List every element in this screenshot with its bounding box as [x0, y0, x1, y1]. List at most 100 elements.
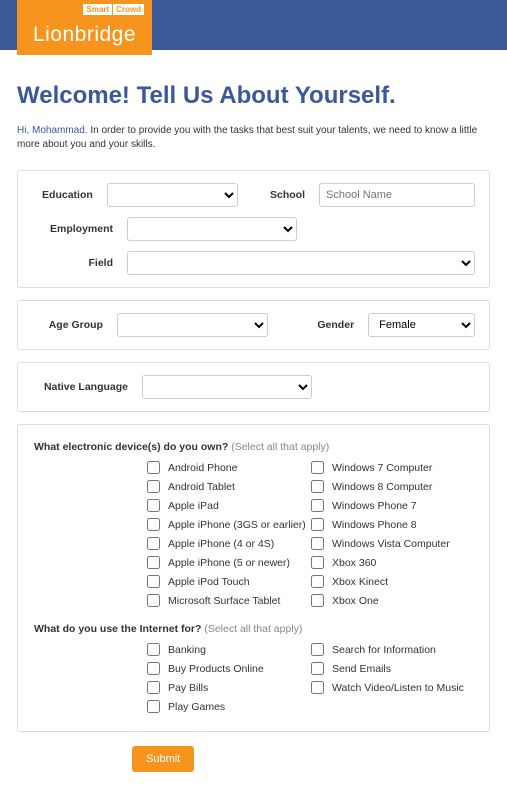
logo-badge-crowd: Crowd — [113, 4, 144, 15]
list-item: Apple iPhone (3GS or earlier) — [147, 518, 311, 531]
checkbox-label: Android Phone — [168, 462, 237, 474]
device-checkbox[interactable] — [311, 594, 324, 607]
checkbox-label: Apple iPod Touch — [168, 576, 250, 588]
gender-select[interactable]: Female — [368, 313, 475, 337]
list-item: Windows 7 Computer — [311, 461, 475, 474]
checkbox-label: Apple iPhone (3GS or earlier) — [168, 519, 306, 531]
header-bar: Smart Crowd Lionbridge — [0, 0, 507, 50]
q2-checks: Banking Buy Products Online Pay Bills Play … — [32, 643, 475, 719]
submit-button[interactable]: Submit — [132, 746, 194, 772]
list-item: Microsoft Surface Tablet — [147, 594, 311, 607]
label-field: Field — [32, 257, 117, 269]
internet-use-checkbox[interactable] — [147, 643, 160, 656]
internet-use-checkbox[interactable] — [311, 662, 324, 675]
intro-text: Hi, Mohammad. In order to provide you wi… — [17, 124, 490, 152]
logo: Smart Crowd Lionbridge — [17, 0, 152, 55]
list-item: Windows Vista Computer — [311, 537, 475, 550]
list-item: Send Emails — [311, 662, 475, 675]
native-language-select[interactable] — [142, 375, 312, 399]
internet-use-checkbox[interactable] — [147, 662, 160, 675]
employment-select[interactable] — [127, 217, 297, 241]
q2-hint: (Select all that apply) — [204, 623, 302, 635]
checkbox-label: Search for Information — [332, 644, 436, 656]
device-checkbox[interactable] — [147, 461, 160, 474]
checkbox-label: Watch Video/Listen to Music — [332, 682, 464, 694]
field-select[interactable] — [127, 251, 475, 275]
list-item: Watch Video/Listen to Music — [311, 681, 475, 694]
label-school: School — [248, 189, 309, 201]
device-checkbox[interactable] — [147, 556, 160, 569]
label-education: Education — [32, 189, 97, 201]
device-checkbox[interactable] — [311, 499, 324, 512]
device-checkbox[interactable] — [147, 575, 160, 588]
checkbox-label: Pay Bills — [168, 682, 208, 694]
device-checkbox[interactable] — [147, 499, 160, 512]
checkbox-label: Xbox One — [332, 595, 379, 607]
list-item: Xbox One — [311, 594, 475, 607]
device-checkbox[interactable] — [147, 480, 160, 493]
checkbox-label: Play Games — [168, 701, 225, 713]
list-item: Apple iPhone (5 or newer) — [147, 556, 311, 569]
device-checkbox[interactable] — [311, 461, 324, 474]
list-item: Apple iPhone (4 or 4S) — [147, 537, 311, 550]
checkbox-label: Windows Vista Computer — [332, 538, 450, 550]
checkbox-label: Android Tablet — [168, 481, 235, 493]
list-item: Apple iPad — [147, 499, 311, 512]
checkbox-label: Banking — [168, 644, 206, 656]
device-checkbox[interactable] — [147, 594, 160, 607]
device-checkbox[interactable] — [147, 537, 160, 550]
q1-checks: Android Phone Android Tablet Apple iPad App… — [32, 461, 475, 613]
list-item: Xbox 360 — [311, 556, 475, 569]
internet-use-checkbox[interactable] — [147, 700, 160, 713]
device-checkbox[interactable] — [311, 480, 324, 493]
checkbox-label: Xbox 360 — [332, 557, 376, 569]
panel-questions: What electronic device(s) do you own? (S… — [17, 424, 490, 732]
checkbox-label: Apple iPhone (4 or 4S) — [168, 538, 274, 550]
internet-use-checkbox[interactable] — [311, 681, 324, 694]
q2-title: What do you use the Internet for? (Selec… — [34, 623, 475, 635]
school-input[interactable] — [319, 183, 475, 207]
checkbox-label: Apple iPad — [168, 500, 219, 512]
greeting: Hi, Mohammad. — [17, 125, 88, 136]
list-item: Windows Phone 8 — [311, 518, 475, 531]
page-title: Welcome! Tell Us About Yourself. — [17, 82, 490, 110]
education-select[interactable] — [107, 183, 238, 207]
device-checkbox[interactable] — [311, 575, 324, 588]
panel-education: Education School Employment Field — [17, 170, 490, 288]
logo-badge: Smart Crowd — [83, 4, 144, 15]
checkbox-label: Windows 7 Computer — [332, 462, 432, 474]
list-item: Pay Bills — [147, 681, 311, 694]
checkbox-label: Buy Products Online — [168, 663, 264, 675]
label-native-language: Native Language — [32, 381, 132, 393]
checkbox-label: Microsoft Surface Tablet — [168, 595, 280, 607]
checkbox-label: Xbox Kinect — [332, 576, 388, 588]
q1-hint: (Select all that apply) — [231, 441, 329, 453]
checkbox-label: Apple iPhone (5 or newer) — [168, 557, 290, 569]
list-item: Windows 8 Computer — [311, 480, 475, 493]
checkbox-label: Windows Phone 7 — [332, 500, 417, 512]
internet-use-checkbox[interactable] — [311, 643, 324, 656]
panel-language: Native Language — [17, 362, 490, 412]
list-item: Xbox Kinect — [311, 575, 475, 588]
list-item: Android Tablet — [147, 480, 311, 493]
device-checkbox[interactable] — [147, 518, 160, 531]
checkbox-label: Windows 8 Computer — [332, 481, 432, 493]
device-checkbox[interactable] — [311, 556, 324, 569]
q1-title: What electronic device(s) do you own? (S… — [34, 441, 475, 453]
list-item: Search for Information — [311, 643, 475, 656]
logo-badge-smart: Smart — [83, 4, 112, 15]
q2-title-text: What do you use the Internet for? — [34, 623, 201, 635]
panel-demographics: Age Group Gender Female — [17, 300, 490, 350]
list-item: Windows Phone 7 — [311, 499, 475, 512]
list-item: Apple iPod Touch — [147, 575, 311, 588]
logo-text: Lionbridge — [33, 23, 136, 47]
label-gender: Gender — [288, 319, 359, 331]
internet-use-checkbox[interactable] — [147, 681, 160, 694]
list-item: Play Games — [147, 700, 311, 713]
list-item: Buy Products Online — [147, 662, 311, 675]
device-checkbox[interactable] — [311, 518, 324, 531]
device-checkbox[interactable] — [311, 537, 324, 550]
age-group-select[interactable] — [117, 313, 268, 337]
list-item: Banking — [147, 643, 311, 656]
checkbox-label: Send Emails — [332, 663, 391, 675]
